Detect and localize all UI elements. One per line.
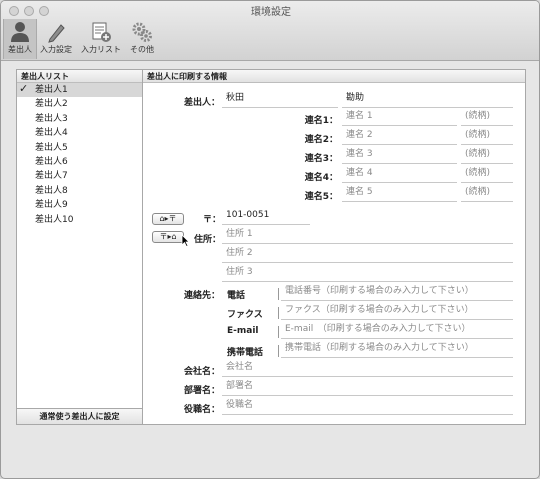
sender-list-item[interactable]: 差出人5 <box>17 141 142 155</box>
toolbar-other-label: その他 <box>130 45 154 54</box>
person-icon <box>11 22 29 42</box>
fax-type-label: ファクス <box>227 310 263 320</box>
sender-list-item-label: 差出人10 <box>35 214 74 225</box>
divider <box>278 345 279 357</box>
window-title: 環境設定 <box>251 7 291 18</box>
sender-list-item[interactable]: 差出人2 <box>17 97 142 111</box>
contact-label: 連絡先： <box>183 291 220 301</box>
joint-honorific-field[interactable]: (続柄) <box>461 185 513 202</box>
divider <box>278 326 279 338</box>
department-label: 部署名： <box>183 386 220 396</box>
joint-honorific-field[interactable]: (続柄) <box>461 166 513 183</box>
set-default-sender-button[interactable]: 通常使う差出人に設定 <box>17 408 142 424</box>
joint-name-label: 連名4： <box>304 173 338 183</box>
department-field[interactable]: 部署名 <box>222 379 513 396</box>
sender-list-item-label: 差出人5 <box>35 142 68 153</box>
zip-to-address-button[interactable]: 〒▸⌂ <box>152 231 184 243</box>
gears-icon <box>132 22 152 42</box>
toolbar-input-list[interactable]: 入力リスト <box>79 19 123 59</box>
sender-info-panel: 差出人に印刷する情報 差出人： 秋田 勘助 連名1： 連名 1 (続柄) 連名2… <box>142 69 526 425</box>
position-field[interactable]: 役職名 <box>222 398 513 415</box>
zip-label: 〒： <box>202 215 221 225</box>
address-to-zip-button[interactable]: ⌂▸〒 <box>152 213 184 225</box>
address-label: 住所： <box>193 235 221 245</box>
sender-list-item[interactable]: 差出人10 <box>17 213 142 227</box>
title-bar: 環境設定 差出人 入力設定 入力リスト その他 <box>1 1 539 61</box>
company-field[interactable]: 会社名 <box>222 360 513 377</box>
joint-name-field[interactable]: 連名 4 <box>342 166 457 183</box>
joint-honorific-field[interactable]: (続柄) <box>461 147 513 164</box>
sender-list-item-label: 差出人6 <box>35 156 68 167</box>
sender-list-item-label: 差出人1 <box>35 85 68 95</box>
phone-type-label: 電話 <box>227 291 246 301</box>
joint-name-label: 連名5： <box>304 192 338 202</box>
email-type-label: E-mail <box>227 326 259 336</box>
sender-list-item[interactable]: ✓ 差出人1 <box>17 82 142 98</box>
divider <box>278 288 279 300</box>
joint-name-label: 連名1： <box>304 116 338 126</box>
address-line-3-field[interactable]: 住所 3 <box>222 265 513 282</box>
mobile-type-label: 携帯電話 <box>227 348 264 358</box>
sender-list-item-label: 差出人9 <box>35 200 68 211</box>
sender-list-item[interactable]: 差出人3 <box>17 112 142 126</box>
toolbar-sender[interactable]: 差出人 <box>3 19 37 59</box>
joint-name-field[interactable]: 連名 2 <box>342 128 457 145</box>
phone-field[interactable]: 電話番号（印刷する場合のみ入力して下さい） <box>281 284 513 301</box>
joint-name-field[interactable]: 連名 5 <box>342 185 457 202</box>
email-field[interactable]: E-mail （印刷する場合のみ入力して下さい） <box>281 322 513 339</box>
sender-list-item[interactable]: 差出人8 <box>17 184 142 198</box>
position-label: 役職名： <box>183 405 220 415</box>
joint-name-field[interactable]: 連名 1 <box>342 109 457 126</box>
sender-list-panel: 差出人リスト ✓ 差出人1 差出人2 差出人3 差出人4 差出人5 差出人6 差… <box>16 69 143 425</box>
address-line-1-field[interactable]: 住所 1 <box>222 227 513 244</box>
mobile-field[interactable]: 携帯電話（印刷する場合のみ入力して下さい） <box>281 341 513 358</box>
joint-honorific-field[interactable]: (続柄) <box>461 109 513 126</box>
toolbar-input-settings[interactable]: 入力設定 <box>39 19 73 59</box>
sender-list-item-label: 差出人2 <box>35 99 68 110</box>
sender-name-label: 差出人： <box>183 98 220 108</box>
pencil-icon <box>48 24 65 43</box>
zip-field[interactable]: 101-0051 <box>222 208 310 225</box>
sender-list-item-label: 差出人3 <box>35 113 68 124</box>
company-label: 会社名： <box>183 367 220 377</box>
list-add-icon <box>92 22 111 42</box>
last-name-field[interactable]: 秋田 <box>222 91 338 108</box>
sender-list-item-label: 差出人8 <box>35 185 68 196</box>
joint-honorific-field[interactable]: (続柄) <box>461 128 513 145</box>
joint-name-label: 連名2： <box>304 135 338 145</box>
fax-field[interactable]: ファクス（印刷する場合のみ入力して下さい） <box>281 303 513 320</box>
sender-list-item[interactable]: 差出人4 <box>17 126 142 140</box>
toolbar-sender-label: 差出人 <box>8 45 32 54</box>
divider <box>278 307 279 319</box>
toolbar-other[interactable]: その他 <box>125 19 159 59</box>
sender-info-header: 差出人に印刷する情報 <box>143 70 525 83</box>
toolbar-input-list-label: 入力リスト <box>81 45 121 54</box>
sender-list-item[interactable]: 差出人9 <box>17 198 142 212</box>
joint-name-field[interactable]: 連名 3 <box>342 147 457 164</box>
address-line-2-field[interactable]: 住所 2 <box>222 246 513 263</box>
toolbar-input-settings-label: 入力設定 <box>40 45 72 54</box>
sender-list-header: 差出人リスト <box>17 70 142 83</box>
checkmark-icon: ✓ <box>19 82 29 95</box>
sender-list-item[interactable]: 差出人6 <box>17 155 142 169</box>
sender-list-item[interactable]: 差出人7 <box>17 169 142 183</box>
preferences-window: 環境設定 差出人 入力設定 入力リスト その他 差出人リスト ✓ 差出人1 差出… <box>0 0 540 479</box>
sender-list-item-label: 差出人4 <box>35 128 68 139</box>
sender-list-item-label: 差出人7 <box>35 171 68 182</box>
first-name-field[interactable]: 勘助 <box>342 91 513 108</box>
joint-name-label: 連名3： <box>304 154 338 164</box>
